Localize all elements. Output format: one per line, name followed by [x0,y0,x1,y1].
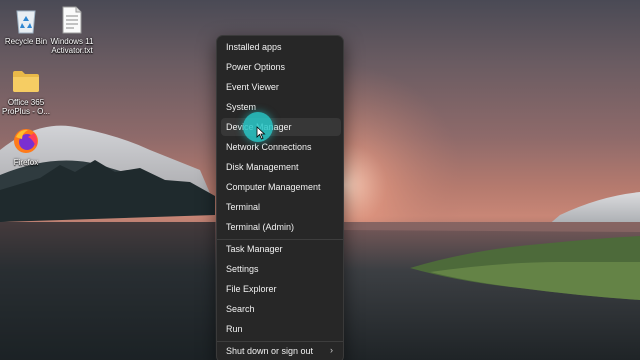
menu-item-label: Run [226,324,243,334]
menu-item-search[interactable]: Search [221,300,341,318]
quick-link-context-menu: Installed apps Power Options Event Viewe… [216,35,344,360]
menu-item-label: Settings [226,264,259,274]
office-folder-shortcut[interactable]: Office 365 ProPlus - O... [0,66,52,116]
menu-item-label: System [226,102,257,112]
menu-item-computer-management[interactable]: Computer Management [221,178,341,196]
menu-item-terminal-admin[interactable]: Terminal (Admin) [221,218,341,236]
menu-item-installed-apps[interactable]: Installed apps [221,38,341,56]
menu-item-label: Power Options [226,62,286,72]
recycle-bin-label: Recycle Bin [4,37,48,46]
menu-item-run[interactable]: Run [221,320,341,338]
menu-item-file-explorer[interactable]: File Explorer [221,280,341,298]
activator-txt-label: Windows 11 Activator.txt [50,37,94,55]
menu-item-label: Search [226,304,255,314]
menu-item-terminal[interactable]: Terminal [221,198,341,216]
menu-item-shut-down-or-sign-out[interactable]: Shut down or sign out › [221,342,341,360]
menu-item-label: Terminal (Admin) [226,222,295,232]
firefox-shortcut[interactable]: Firefox [0,126,52,167]
folder-icon [11,66,41,96]
menu-item-label: File Explorer [226,284,277,294]
menu-item-label: Disk Management [226,162,299,172]
office-folder-label: Office 365 ProPlus - O... [1,98,50,116]
firefox-label: Firefox [13,158,39,167]
menu-item-label: Event Viewer [226,82,279,92]
firefox-icon [11,126,41,156]
menu-item-event-viewer[interactable]: Event Viewer [221,78,341,96]
activator-txt-shortcut[interactable]: Windows 11 Activator.txt [46,5,98,55]
menu-item-device-manager[interactable]: Device Manager [221,118,341,136]
menu-item-label: Computer Management [226,182,321,192]
menu-item-task-manager[interactable]: Task Manager [221,240,341,258]
menu-item-system[interactable]: System [221,98,341,116]
menu-item-power-options[interactable]: Power Options [221,58,341,76]
menu-item-network-connections[interactable]: Network Connections [221,138,341,156]
menu-item-label: Installed apps [226,42,282,52]
mouse-cursor-icon [256,126,266,140]
menu-item-disk-management[interactable]: Disk Management [221,158,341,176]
chevron-right-icon: › [330,345,333,355]
menu-item-settings[interactable]: Settings [221,260,341,278]
menu-item-label: Task Manager [226,244,283,254]
menu-item-label: Terminal [226,202,261,212]
recycle-bin-icon [11,5,41,35]
recycle-bin-shortcut[interactable]: Recycle Bin [0,5,52,46]
menu-item-label: Shut down or sign out [226,346,314,356]
text-file-icon [57,5,87,35]
menu-item-label: Network Connections [226,142,312,152]
